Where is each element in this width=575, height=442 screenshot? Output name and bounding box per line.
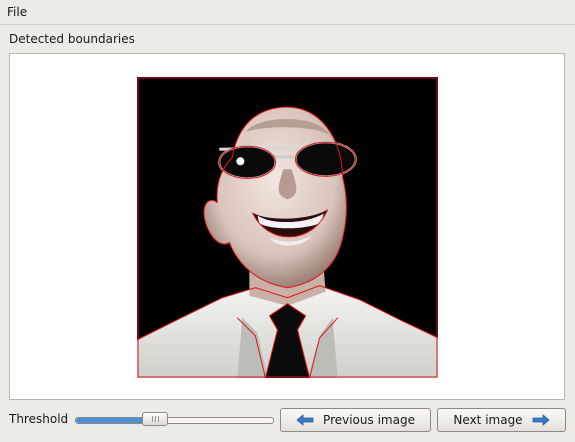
panel-title: Detected boundaries bbox=[9, 32, 135, 46]
arrow-right-icon bbox=[532, 414, 550, 426]
next-image-button[interactable]: Next image bbox=[437, 408, 566, 432]
slider-grip bbox=[152, 416, 153, 422]
slider-grip bbox=[155, 416, 156, 422]
threshold-label: Threshold bbox=[9, 412, 69, 426]
previous-image-label: Previous image bbox=[323, 413, 415, 427]
next-image-label: Next image bbox=[453, 413, 523, 427]
boundary-image bbox=[137, 77, 438, 378]
threshold-slider[interactable] bbox=[75, 409, 274, 429]
image-canvas bbox=[9, 53, 565, 400]
arrow-left-icon bbox=[296, 414, 314, 426]
slider-groove bbox=[75, 417, 274, 424]
menu-bar: File bbox=[0, 0, 575, 25]
previous-image-button[interactable]: Previous image bbox=[280, 408, 431, 432]
slider-handle[interactable] bbox=[142, 412, 168, 426]
slider-fill bbox=[76, 418, 145, 423]
slider-grip bbox=[158, 416, 159, 422]
menu-file[interactable]: File bbox=[7, 5, 27, 19]
